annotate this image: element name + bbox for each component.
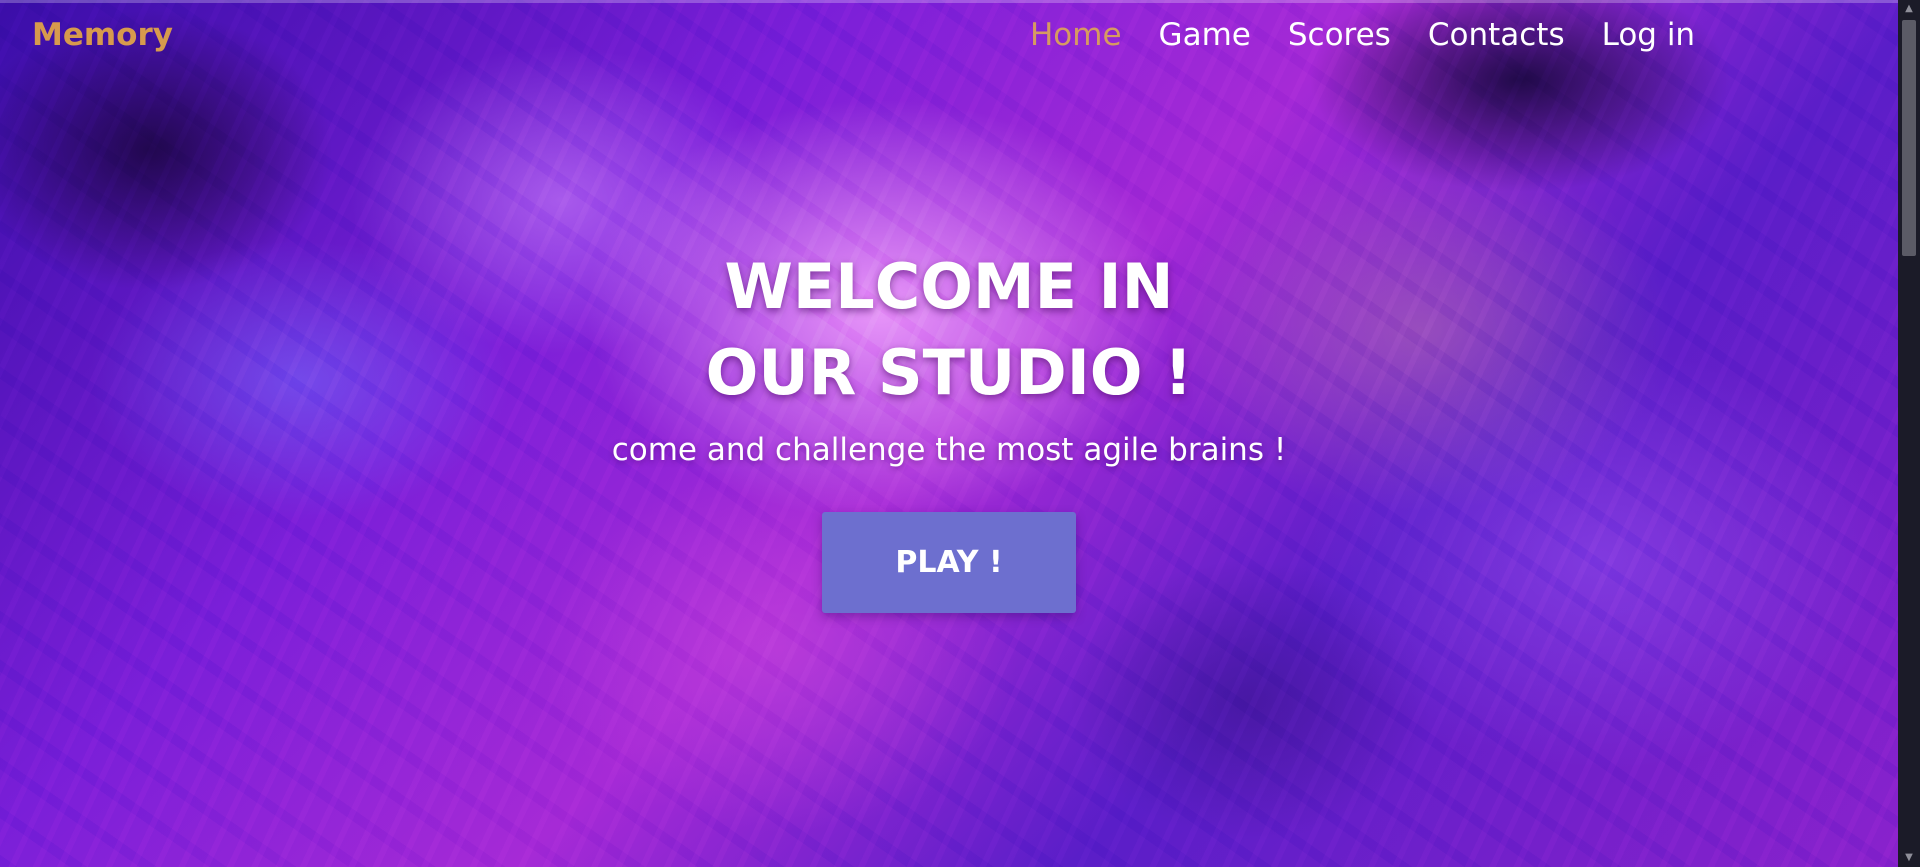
vertical-scrollbar[interactable]: ▲ ▼ [1898, 0, 1920, 867]
navbar: Memory Home Game Scores Contacts Log in [0, 0, 1898, 76]
hero-title-line1: WELCOME IN [724, 250, 1174, 323]
hero-background: Memory Home Game Scores Contacts Log in … [0, 0, 1898, 867]
nav-contacts-link[interactable]: Contacts [1428, 17, 1565, 53]
chevron-up-icon[interactable]: ▲ [1898, 0, 1920, 18]
scrollbar-thumb[interactable] [1902, 20, 1916, 256]
nav-home-link[interactable]: Home [1030, 17, 1122, 53]
hero-title-line2: OUR STUDIO ! [705, 336, 1193, 409]
play-button[interactable]: PLAY ! [822, 512, 1076, 613]
chevron-down-icon[interactable]: ▼ [1898, 849, 1920, 867]
hero-subtitle: come and challenge the most agile brains… [611, 432, 1287, 468]
nav-game-link[interactable]: Game [1159, 17, 1251, 53]
nav-links: Home Game Scores Contacts Log in [1030, 17, 1695, 53]
brand-logo-link[interactable]: Memory [32, 17, 173, 53]
nav-scores-link[interactable]: Scores [1288, 17, 1391, 53]
hero-title: WELCOME IN OUR STUDIO ! [0, 244, 1898, 416]
nav-login-link[interactable]: Log in [1602, 17, 1695, 53]
